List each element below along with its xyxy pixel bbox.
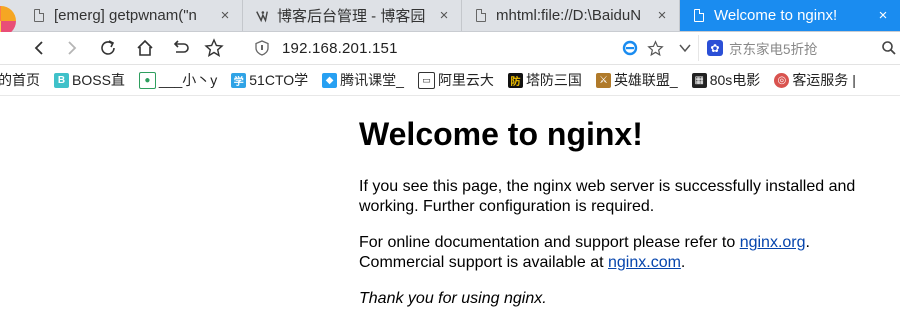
forward-button[interactable]: [60, 36, 84, 60]
bookmark-label: 51CTO学: [249, 72, 309, 88]
paw-search-icon: ✿: [707, 40, 723, 56]
tab-welcome-nginx[interactable]: Welcome to nginx! ×: [680, 0, 900, 31]
undo-close-button[interactable]: [168, 36, 192, 60]
bookmark-label: 腾讯课堂_: [340, 72, 404, 88]
star-icon: [204, 38, 224, 57]
bookmark-label: 客运服务 |: [792, 72, 856, 88]
bookmark-label: BOSS直: [72, 72, 125, 88]
favorite-star-button[interactable]: [202, 36, 226, 60]
bookmark-tafang[interactable]: 防 塔防三国: [507, 70, 582, 90]
period: .: [805, 234, 810, 251]
tab-title: Welcome to nginx!: [714, 7, 838, 24]
tab-strip: [emerg] getpwnam("n × 博客后台管理 - 博客园 × mht…: [0, 0, 900, 36]
nginx-welcome-content: Welcome to nginx! If you see this page, …: [359, 114, 859, 325]
search-input[interactable]: 京东家电5折抢: [729, 38, 818, 58]
close-icon[interactable]: ×: [874, 7, 892, 24]
url-text[interactable]: 192.168.201.151: [282, 40, 398, 57]
tab-title: 博客后台管理 - 博客园: [277, 8, 426, 25]
tab-cnblogs-admin[interactable]: 博客后台管理 - 博客园 ×: [243, 0, 462, 31]
home-icon: [137, 39, 153, 56]
bookmarks-bar: 的首页 B BOSS直 ● ___小丶y 学 51CTO学 ◆ 腾讯课堂_ ▭ …: [0, 65, 900, 96]
address-bar[interactable]: 192.168.201.151: [244, 35, 696, 61]
chevron-down-icon: [679, 44, 691, 53]
close-icon[interactable]: ×: [653, 7, 671, 24]
bookmark-label: ___小丶y: [158, 72, 218, 88]
bookmark-label: 80s电影: [709, 72, 761, 88]
close-icon[interactable]: ×: [435, 7, 453, 24]
bookmark-aliyun[interactable]: ▭ 阿里云大: [417, 70, 494, 90]
bookmark-80s-movie[interactable]: ▦ 80s电影: [691, 70, 761, 90]
aliyun-icon: ▭: [417, 71, 435, 89]
bookmark-tencent-ketang[interactable]: ◆ 腾讯课堂_: [322, 70, 404, 90]
search-icon: [882, 41, 896, 55]
panda-icon: ●: [138, 71, 156, 89]
nginx-org-link[interactable]: nginx.org: [740, 234, 806, 251]
docs-text: For online documentation and support ple…: [359, 234, 740, 251]
commercial-text: Commercial support is available at: [359, 254, 608, 271]
bookmark-xiaoy[interactable]: ● ___小丶y: [138, 70, 218, 90]
docs-paragraph: For online documentation and support ple…: [359, 233, 859, 273]
bookmark-boss[interactable]: B BOSS直: [54, 70, 125, 90]
movie-icon: ▦: [691, 72, 707, 88]
reload-button[interactable]: [96, 36, 120, 60]
doc-icon: [32, 8, 46, 24]
bookmark-homepage[interactable]: 的首页: [0, 70, 40, 90]
ie-compat-icon: [622, 40, 638, 56]
tafang-icon: 防: [507, 72, 523, 88]
bookmark-51cto[interactable]: 学 51CTO学: [231, 70, 308, 90]
page-heading: Welcome to nginx!: [359, 116, 643, 152]
bookmark-label: 阿里云大: [437, 72, 494, 88]
home-button[interactable]: [133, 36, 157, 60]
keyun-icon: ◎: [774, 72, 790, 88]
thanks-text: Thank you for using nginx.: [359, 290, 547, 307]
shield-icon: [255, 40, 269, 56]
lol-icon: ⚔: [595, 72, 611, 88]
tab-mhtml-file[interactable]: mhtml:file://D:\BaiduN ×: [462, 0, 680, 31]
tab-title: [emerg] getpwnam("n: [54, 7, 197, 24]
period: .: [680, 254, 686, 271]
search-box[interactable]: ✿ 京东家电5折抢: [698, 35, 900, 61]
tencent-ketang-icon: ◆: [322, 72, 338, 88]
undo-icon: [173, 40, 189, 53]
tab-title: mhtml:file://D:\BaiduN: [496, 7, 642, 24]
51cto-icon: 学: [231, 72, 247, 88]
intro-paragraph: If you see this page, the nginx web serv…: [359, 178, 856, 215]
bookmark-label: 塔防三国: [525, 72, 582, 88]
close-icon[interactable]: ×: [216, 7, 234, 24]
reload-icon: [101, 40, 115, 55]
forward-arrow-icon: [68, 41, 77, 55]
doc-icon: [692, 8, 706, 24]
bookmark-lol[interactable]: ⚔ 英雄联盟_: [595, 70, 678, 90]
page-viewport: Welcome to nginx! If you see this page, …: [0, 96, 900, 334]
nginx-com-link[interactable]: nginx.com: [608, 254, 681, 271]
bookmark-label: 英雄联盟_: [613, 72, 678, 88]
boss-icon: B: [54, 72, 69, 88]
cnblogs-icon: [255, 8, 269, 24]
toolbar: 192.168.201.151 ✿ 京东家电5折抢: [0, 32, 900, 65]
doc-icon: [474, 8, 488, 24]
bookmark-star-icon: [647, 39, 664, 56]
back-arrow-icon: [34, 41, 43, 55]
bookmark-label: 的首页: [0, 72, 40, 88]
thanks-paragraph: Thank you for using nginx.: [359, 289, 859, 309]
tab-emerg-getpwnam[interactable]: [emerg] getpwnam("n ×: [20, 0, 243, 31]
back-button[interactable]: [27, 36, 51, 60]
bookmark-keyun[interactable]: ◎ 客运服务 |: [774, 70, 856, 90]
